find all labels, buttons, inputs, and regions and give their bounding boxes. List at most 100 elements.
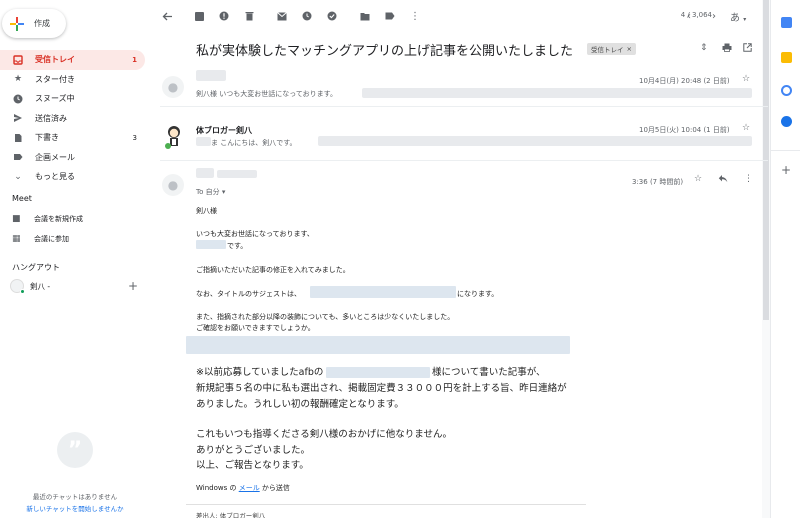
snippet-redacted (318, 136, 752, 146)
sidebar-item-inbox[interactable]: 受信トレイ 1 (0, 50, 145, 70)
sidebar-item-kikaku[interactable]: 企画メール (0, 148, 145, 168)
body-line: ご指摘いただいた記事の修正を入れてみました。 (196, 266, 350, 274)
older-button[interactable]: › (706, 8, 722, 24)
recipient-redacted (196, 137, 211, 146)
trash-icon (245, 12, 253, 21)
body-line: ありました。うれしい初の報酬確定となります。 (196, 399, 404, 410)
sidebar-item-label: 下書き (35, 133, 59, 143)
clock-icon (302, 11, 312, 21)
sidebar-item-drafts[interactable]: 下書き 3 (0, 128, 145, 148)
redacted-suggest (310, 286, 456, 298)
start-chat-link[interactable]: 新しいチャットを開始しませんか (26, 505, 123, 513)
star-button[interactable]: ☆ (742, 123, 750, 133)
caret-down-icon: ▾ (743, 16, 747, 23)
add-task-button[interactable] (324, 8, 340, 24)
move-to-button[interactable] (357, 8, 373, 24)
back-button[interactable] (159, 8, 175, 24)
calendar-icon[interactable] (781, 17, 792, 28)
avatar (10, 279, 25, 294)
character-avatar-icon (165, 126, 180, 149)
inbox-icon (13, 55, 23, 65)
compose-button[interactable]: 作成 (2, 9, 66, 38)
sidebar-item-label: 企画メール (35, 152, 75, 162)
open-new-window-button[interactable] (743, 43, 752, 55)
mark-unread-button[interactable] (274, 8, 290, 24)
redacted-block (186, 336, 570, 354)
hangouts-user[interactable]: 剣八 - + (10, 278, 138, 294)
expand-all-button[interactable]: ⇕ (700, 43, 708, 53)
report-icon (219, 11, 229, 21)
sidebar-item-label: 送信済み (35, 113, 67, 123)
more-vert-icon: ⋮ (744, 174, 753, 184)
sender-email-redacted (217, 170, 257, 178)
body-line: また、指摘された部分以降の装飾についても、多いところは少なくいたしました。 (196, 313, 455, 321)
sender-name-redacted (196, 168, 214, 178)
body-line: なお、タイトルのサジェストは、 (196, 290, 301, 298)
scrollbar[interactable] (762, 0, 770, 518)
sidebar-item-label: スヌーズ中 (35, 94, 75, 104)
body-line: 新規記事５名の中に私も選出され、掲載固定費３３０００円を計上する旨、昨日連絡が (196, 383, 567, 394)
more-vert-icon: ⋮ (410, 10, 420, 22)
body-line: 様について書いた記事が、 (432, 367, 546, 378)
body-greeting: 剣八様 (196, 207, 217, 215)
star-outline-icon: ☆ (694, 174, 703, 184)
report-spam-button[interactable] (216, 8, 232, 24)
body-line: です。 (227, 242, 248, 250)
body-line: ご確認をお願いできますでしょうか。 (196, 324, 315, 332)
mail-app-link[interactable]: メール (239, 484, 260, 492)
keep-icon[interactable] (781, 52, 792, 63)
hangouts-user-name: 剣八 - (30, 281, 51, 291)
arrow-left-icon (162, 12, 172, 20)
label-icon (13, 152, 23, 162)
inbox-label-badge: 受信トレイ × (587, 43, 636, 55)
sidebar-item-starred[interactable]: ★ スター付き (0, 70, 145, 90)
chat-bubble-icon: ” (57, 432, 93, 468)
avatar (162, 123, 186, 151)
thread-subject: 私が実体験したマッチングアプリの上げ記事を公開いたしました (196, 44, 574, 59)
sender-name: 体ブロガー剣八 (196, 126, 252, 135)
tasks-icon[interactable] (781, 85, 792, 96)
message-date: 10月4日(月) 20:48 (2 日前) (639, 77, 730, 85)
keyboard-icon: ▦ (12, 234, 21, 244)
message-date: 3:36 (7 時間前) (632, 178, 684, 186)
message-more-button[interactable]: ⋮ (744, 174, 753, 184)
star-button[interactable]: ☆ (694, 174, 702, 184)
input-tools-button[interactable]: あ ▾ (730, 9, 746, 24)
labels-button[interactable] (382, 8, 398, 24)
signature: Windows の メール から送信 (196, 483, 290, 493)
get-addons-button[interactable]: + (781, 163, 791, 177)
body-line: ※以前応募していましたafbの (196, 367, 324, 378)
print-button[interactable] (722, 43, 732, 55)
sidebar-item-sent[interactable]: 送信済み (0, 109, 145, 129)
archive-button[interactable] (191, 8, 207, 24)
sidebar-item-snoozed[interactable]: スヌーズ中 (0, 89, 145, 109)
meet-new-button[interactable]: ■ 会議を新規作成 (12, 212, 83, 226)
meet-title: Meet (12, 194, 32, 203)
compose-label: 作成 (34, 19, 50, 28)
hangouts-title: ハングアウト (12, 263, 60, 272)
meet-join-button[interactable]: ▦ 会議に参加 (12, 232, 69, 246)
quoted-from: 差出人: 体ブロガー剣八 (196, 512, 266, 518)
add-person-button[interactable]: + (128, 279, 138, 293)
recipient-details-toggle[interactable]: To 自分 ▾ (196, 187, 225, 197)
sidebar-item-more[interactable]: ⌄ もっと見る (0, 167, 145, 187)
newer-button[interactable]: ‹ (681, 8, 697, 24)
more-options-button[interactable]: ⋮ (407, 8, 423, 24)
reply-button[interactable] (718, 174, 728, 186)
mail-icon (277, 11, 287, 20)
snooze-button[interactable] (299, 8, 315, 24)
plus-icon (10, 16, 24, 31)
toolbar: ⋮ 4 / 3,064 (150, 0, 770, 32)
video-camera-icon: ■ (12, 214, 21, 224)
folder-icon (360, 12, 370, 20)
star-icon: ★ (13, 74, 23, 85)
body-line: になります。 (457, 290, 499, 298)
delete-button[interactable] (241, 8, 257, 24)
chevron-left-icon: ‹ (687, 10, 691, 22)
sidebar-item-label: 受信トレイ (35, 55, 75, 65)
star-button[interactable]: ☆ (742, 74, 750, 84)
reply-icon (718, 175, 728, 183)
star-outline-icon: ☆ (742, 123, 751, 133)
contacts-icon[interactable] (781, 116, 792, 127)
remove-label-button[interactable]: × (627, 45, 632, 53)
